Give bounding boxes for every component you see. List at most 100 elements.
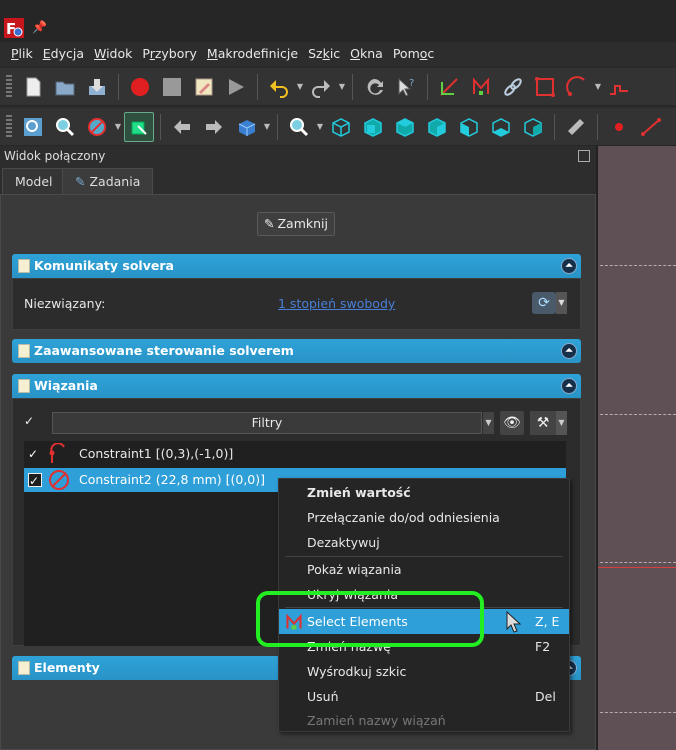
menu-item-toggle-reference[interactable]: Przełączanie do/od odniesienia xyxy=(279,505,569,530)
grid-line xyxy=(600,414,676,415)
collapse-icon[interactable]: ⏶ xyxy=(561,378,577,394)
execute-macro-button[interactable] xyxy=(221,72,251,102)
menu-sketch[interactable]: Szkic xyxy=(303,42,345,66)
filter-dropdown[interactable]: ▼ xyxy=(483,412,494,434)
arc-icon xyxy=(566,75,585,96)
record-macro-button[interactable] xyxy=(125,72,155,102)
macros-button[interactable] xyxy=(189,72,219,102)
settings-button[interactable]: ⚒ xyxy=(530,411,556,435)
draw-style-button[interactable] xyxy=(82,112,112,142)
float-panel-icon[interactable] xyxy=(578,150,590,162)
eye-icon: 👁 xyxy=(503,415,521,431)
menu-bar: Plik Edycja Widok Przybory Makrodefinicj… xyxy=(0,42,676,66)
tab-tasks[interactable]: ✎ Zadania xyxy=(62,168,154,194)
menu-edit[interactable]: Edycja xyxy=(38,42,89,66)
visibility-button[interactable]: 👁 xyxy=(500,411,524,435)
open-button[interactable] xyxy=(50,72,80,102)
zoom-button[interactable] xyxy=(284,112,314,142)
constraints-header[interactable]: Wiązania ⏶ xyxy=(12,374,581,398)
menu-item-change-value[interactable]: Zmień wartość xyxy=(279,480,569,505)
fit-all-button[interactable] xyxy=(18,112,48,142)
coincident-icon xyxy=(535,76,555,97)
constraint-horizontal-button[interactable] xyxy=(434,72,464,102)
undo-icon xyxy=(270,79,288,98)
solver-messages-header[interactable]: Komunikaty solvera ⏶ xyxy=(12,254,581,278)
stop-macro-button[interactable] xyxy=(157,72,187,102)
settings-dropdown[interactable]: ▼ xyxy=(556,411,567,435)
link-button[interactable] xyxy=(498,72,528,102)
view-bottom-button[interactable] xyxy=(486,112,516,142)
menu-item-delete[interactable]: Usuń Del xyxy=(279,684,569,709)
view-left-button[interactable] xyxy=(518,112,548,142)
pin-icon[interactable]: 📌 xyxy=(32,20,47,34)
tab-model[interactable]: Model xyxy=(2,168,66,194)
constraint-checkbox[interactable]: ✓ xyxy=(28,447,42,461)
menu-item-deactivate[interactable]: Dezaktywuj xyxy=(279,530,569,555)
constraint-row[interactable]: ✓ Constraint1 [(0,3),(-1,0)] xyxy=(24,442,566,466)
save-button[interactable] xyxy=(82,72,112,102)
view-rear-button[interactable] xyxy=(454,112,484,142)
collapse-icon[interactable]: ⏶ xyxy=(561,343,577,359)
new-document-button[interactable] xyxy=(18,72,48,102)
menu-windows[interactable]: Okna xyxy=(345,42,388,66)
constraint-coincident-button[interactable] xyxy=(530,72,560,102)
undo-dropdown[interactable]: ▼ xyxy=(296,82,304,91)
line-button[interactable] xyxy=(636,112,666,142)
whats-this-button[interactable]: ? xyxy=(391,72,421,102)
std-views-button[interactable] xyxy=(231,112,261,142)
menu-macro[interactable]: Makrodefinicje xyxy=(202,42,303,66)
view-isometric-button[interactable] xyxy=(326,112,356,142)
view-top-button[interactable] xyxy=(390,112,420,142)
isometric-cube-icon xyxy=(332,117,350,137)
view-front-button[interactable] xyxy=(358,112,388,142)
constraint-arc-button[interactable] xyxy=(562,72,592,102)
toolbar-grip[interactable] xyxy=(6,114,12,139)
std-views-dropdown[interactable]: ▼ xyxy=(263,122,271,131)
solver-refresh-dropdown[interactable]: ▼ xyxy=(556,292,567,314)
redo-button[interactable] xyxy=(306,72,336,102)
select-elements-icon xyxy=(473,76,489,95)
point-icon xyxy=(615,122,623,131)
constraint-checkbox[interactable]: ✓ xyxy=(28,473,42,488)
forward-button[interactable] xyxy=(199,112,229,142)
draw-style-dropdown[interactable]: ▼ xyxy=(114,122,122,131)
back-button[interactable] xyxy=(167,112,197,142)
undo-button[interactable] xyxy=(264,72,294,102)
solver-refresh-button[interactable]: ⟳ xyxy=(532,292,556,314)
tangent-constraint-icon xyxy=(49,443,65,463)
top-cube-icon xyxy=(396,117,414,137)
collapse-icon[interactable]: ⏶ xyxy=(561,258,577,274)
menu-help[interactable]: Pomoc xyxy=(388,42,439,66)
stop-icon xyxy=(163,77,181,96)
filter-checkbox[interactable]: ✓ xyxy=(24,414,38,428)
arc-dropdown[interactable]: ▼ xyxy=(594,82,602,91)
close-button[interactable]: ✎ Zamknij xyxy=(257,212,335,236)
toolbar-grip[interactable] xyxy=(6,74,12,99)
zoom-dropdown[interactable]: ▼ xyxy=(316,122,324,131)
arrow-left-icon xyxy=(174,119,190,134)
measure-button[interactable] xyxy=(561,112,591,142)
fit-selection-button[interactable] xyxy=(50,112,80,142)
menu-tools[interactable]: Przybory xyxy=(137,42,202,66)
point-button[interactable] xyxy=(604,112,634,142)
view-right-button[interactable] xyxy=(422,112,452,142)
rear-cube-icon xyxy=(460,117,478,137)
select-elements-toolbar-button[interactable] xyxy=(466,72,496,102)
menu-item-show-constraints[interactable]: Pokaż wiązania xyxy=(279,557,569,582)
redo-dropdown[interactable]: ▼ xyxy=(338,82,346,91)
view-cube-icon xyxy=(238,119,256,136)
zoom-fit-icon xyxy=(24,117,42,136)
advanced-solver-header[interactable]: Zaawansowane sterowanie solverem ⏶ xyxy=(12,339,581,363)
menu-item-swap-constraint-names: Zamień nazwy wiązań xyxy=(307,713,446,728)
3d-viewport[interactable] xyxy=(598,146,676,750)
constraint-more-button[interactable] xyxy=(604,72,634,102)
bounding-box-button[interactable] xyxy=(124,111,154,142)
menu-view[interactable]: Widok xyxy=(89,42,137,66)
link-icon xyxy=(504,77,522,96)
menu-item-center-sketch[interactable]: Wyśrodkuj szkic xyxy=(279,659,569,684)
degrees-of-freedom-link[interactable]: 1 stopień swobody xyxy=(278,296,395,311)
filter-combo[interactable]: Filtry xyxy=(52,412,482,434)
menu-file[interactable]: Plik xyxy=(6,42,38,66)
refresh-button[interactable] xyxy=(359,72,389,102)
zoom-icon xyxy=(290,117,309,136)
